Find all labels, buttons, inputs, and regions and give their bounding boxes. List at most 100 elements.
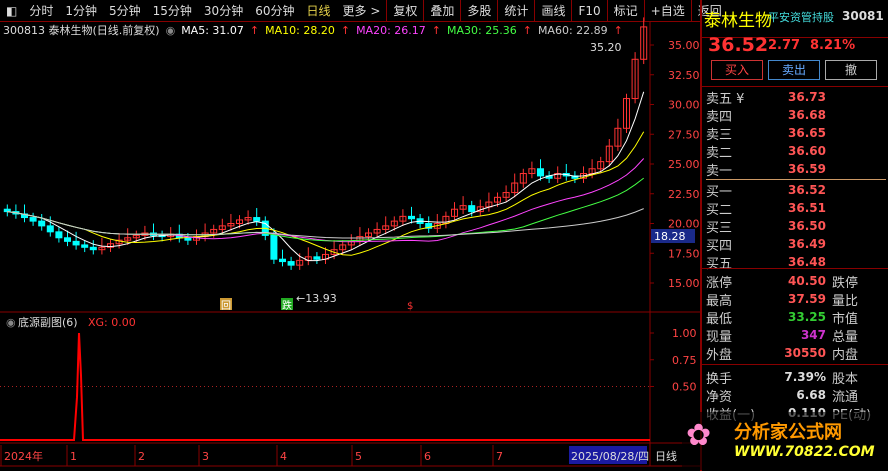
date-label: 2024年	[4, 449, 43, 463]
candle-body	[407, 215, 416, 220]
ask-price: 36.65	[788, 126, 826, 140]
bid-price: 36.49	[788, 237, 826, 251]
stat-label: 现量	[706, 329, 733, 345]
high-price-label: 35.20	[590, 41, 622, 54]
quote-row: 最高 37.59 量比	[706, 290, 886, 309]
signal-marker-label: $	[407, 301, 413, 312]
candle-body	[278, 258, 287, 263]
ask-level: 卖三	[706, 127, 733, 143]
candle-body	[253, 217, 261, 222]
quote-row: 涨停 40.50 跌停	[706, 272, 886, 291]
y-tick-label: 30.00	[668, 99, 700, 112]
signal-marker-label: 跌	[282, 299, 292, 312]
stat-label: 净资	[706, 389, 733, 405]
cancel-button[interactable]: 撤	[825, 60, 877, 80]
stat-value: 33.25	[788, 310, 826, 324]
candle-body	[3, 208, 11, 213]
price-change-pct: 8.21%	[810, 38, 856, 53]
ask-level: 卖二	[706, 145, 733, 161]
candle-body	[29, 217, 37, 222]
candle-body	[270, 234, 278, 260]
stat-value: 347	[800, 328, 826, 342]
watermark-logo: ✿ 分析家公式网 WWW.70822.COM	[682, 412, 875, 470]
y-tick-label: 20.00	[668, 218, 700, 231]
ma20-line	[7, 158, 645, 243]
sub-y-tick-label: 1.00	[672, 327, 697, 340]
stat-label-2: 市值	[832, 311, 859, 327]
candle-body	[81, 244, 89, 248]
quote-row: 卖三 36.65	[706, 124, 886, 143]
date-label: 5	[355, 450, 362, 463]
stat-label-2: 股本	[832, 371, 859, 387]
holder-tag: 平安资管持股	[768, 11, 834, 24]
stat-label-2: 流通	[832, 389, 859, 405]
stat-value: 6.68	[796, 388, 826, 402]
y-tick-label: 25.00	[668, 158, 700, 171]
stat-value: 30550	[784, 346, 826, 360]
candle-body	[313, 256, 321, 260]
quote-row: 买四 36.49	[706, 235, 886, 254]
ask-level: 卖五 ¥	[706, 91, 745, 107]
ma5-line	[7, 91, 645, 262]
sell-button[interactable]: 卖出	[768, 60, 820, 80]
y-tick-label: 17.50	[668, 247, 700, 260]
ask-price: 36.68	[788, 108, 826, 122]
sub-dropdown-icon: ◉	[6, 316, 16, 329]
candle-body	[72, 240, 80, 246]
quote-row: 净资 6.68 流通	[706, 386, 886, 405]
quote-row: 买二 36.51	[706, 199, 886, 218]
signal-marker-label: 回	[221, 300, 231, 312]
date-label: 3	[202, 450, 209, 463]
date-label: 6	[424, 450, 431, 463]
period-label: 日线	[655, 449, 677, 463]
stat-label: 外盘	[706, 347, 733, 363]
candle-body	[63, 237, 72, 242]
date-label: 7	[496, 450, 503, 463]
candle-body	[46, 225, 54, 233]
y-tick-label: 15.00	[668, 277, 700, 290]
kline-chart[interactable]: 35.00 32.50 30.00 27.50 25.00 22.50 20.00 17.50…	[0, 0, 700, 471]
stat-label-2: 量比	[832, 293, 859, 309]
candle-body	[536, 168, 545, 177]
ask-level: 卖一	[706, 163, 733, 179]
ask-level: 卖四	[706, 109, 733, 125]
order-book: 卖五 ¥ 36.73 卖四 36.68 卖三 36.65 卖二 36.60 卖一 36.59 买一 3…	[706, 88, 886, 272]
bid-price: 36.51	[788, 201, 826, 215]
quote-row: 现量 347 总量	[706, 326, 886, 345]
quote-row: 卖一 36.59	[706, 160, 886, 179]
stat-label-2: 内盘	[832, 347, 859, 363]
stat-value: 7.39%	[784, 370, 826, 384]
stat-label: 涨停	[706, 275, 733, 291]
date-label: 1	[70, 450, 77, 463]
buy-button[interactable]: 买入	[711, 60, 763, 80]
ma10-line	[7, 131, 645, 256]
ma30-line	[7, 177, 645, 242]
ask-price: 36.73	[788, 90, 826, 104]
candle-body	[38, 220, 46, 227]
candle-body	[89, 246, 97, 251]
stat-value: 40.50	[788, 274, 826, 288]
bid-price: 36.48	[788, 255, 826, 269]
ma60-line	[7, 208, 644, 239]
low-price-label: ←13.93	[296, 292, 337, 305]
y-tick-label: 22.50	[668, 188, 700, 201]
quote-row: 卖二 36.60	[706, 142, 886, 161]
date-label: 2	[138, 450, 145, 463]
quote-panel: 泰林生物 平安资管持股 30081 36.52 2.77 8.21% 买入 卖出…	[682, 0, 888, 471]
y-tick-label: 32.50	[668, 69, 700, 82]
stat-label: 最高	[706, 293, 733, 309]
sub-y-tick-label: 0.75	[672, 354, 697, 367]
bid-level: 买二	[706, 202, 733, 218]
quote-row: 卖四 36.68	[706, 106, 886, 125]
cursor-price: 18.28	[654, 230, 686, 243]
price-change: 2.77	[768, 38, 801, 53]
date-label: 4	[280, 450, 287, 463]
xg-value: XG: 0.00	[88, 316, 136, 329]
bid-level: 买一	[706, 184, 733, 200]
bid-level: 买四	[706, 238, 733, 254]
sub-y-tick-label: 0.50	[672, 381, 697, 394]
quote-row: 买三 36.50	[706, 217, 886, 236]
y-tick-label: 35.00	[668, 39, 700, 52]
ask-price: 36.60	[788, 144, 826, 158]
stat-value: 37.59	[788, 292, 826, 306]
